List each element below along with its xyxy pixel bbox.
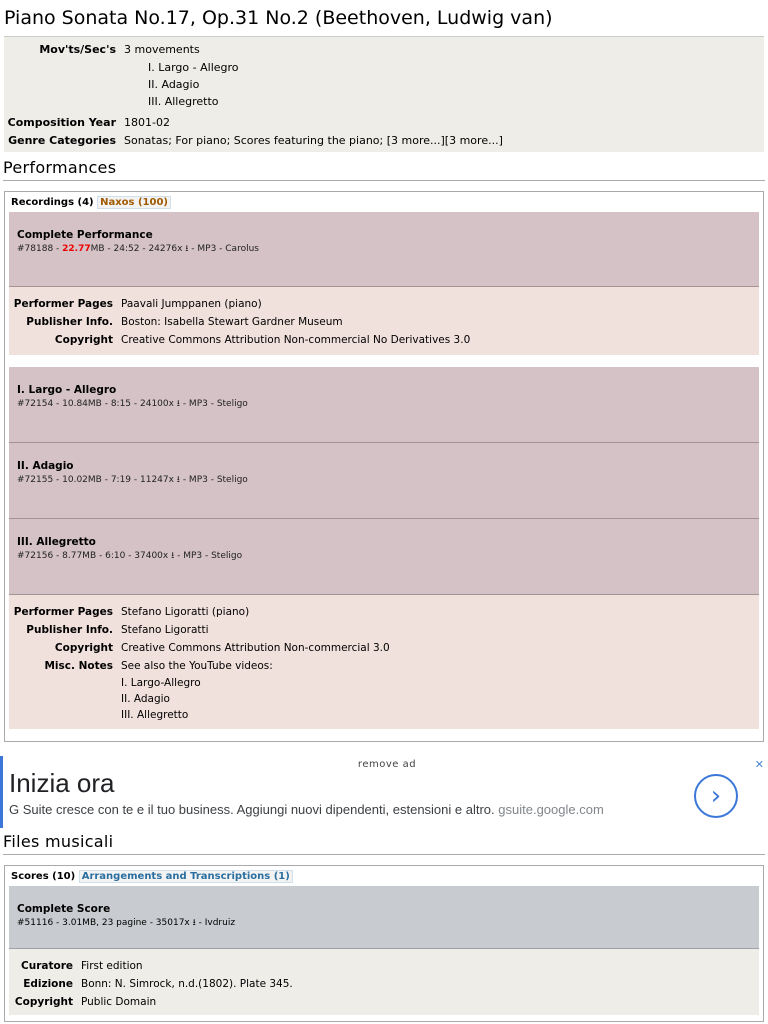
recording-allegretto[interactable]: III. Allegretto #72156 - 8.77MB - 6:10 -… [9, 519, 759, 595]
notes-link[interactable]: I. Largo-Allegro [121, 675, 759, 691]
curator-value: First edition [81, 960, 143, 972]
publisher-label: Publisher Info. [26, 316, 113, 328]
page-title: Piano Sonata No.17, Op.31 No.2 (Beethove… [4, 7, 553, 29]
ad-url[interactable]: gsuite.google.com [498, 802, 604, 817]
remove-ad-link[interactable]: remove ad [3, 759, 768, 770]
curator-label: Curatore [21, 960, 73, 972]
recording-id[interactable]: #78188 [17, 244, 53, 254]
recording-title[interactable]: II. Adagio [17, 459, 751, 473]
ad-arrow-icon[interactable]: › [694, 774, 738, 818]
edition-label: Edizione [23, 978, 73, 990]
copyright-label: Copyright [14, 996, 73, 1008]
recording-largo-allegro[interactable]: I. Largo - Allegro #72154 - 10.84MB - 8:… [9, 367, 759, 443]
score-details: Curatore First edition Edizione Bonn: N. S… [9, 949, 759, 1015]
movements-label: Mov'ts/Sec's [39, 43, 116, 56]
genre-value[interactable]: Sonatas; For piano; Scores featuring the… [124, 132, 764, 150]
ad-headline[interactable]: Inizia ora [9, 768, 115, 799]
copyright-value[interactable]: Creative Commons Attribution Non-commerc… [121, 331, 759, 349]
tab-arrangements[interactable]: Arrangements and Transcriptions (1) [78, 870, 293, 883]
recording-meta-rest: MB - 24:52 - 24276x ⭳ - MP3 - Carolus [90, 244, 259, 254]
movement-item: II. Adagio [148, 78, 200, 91]
movements-value: 3 movements [124, 43, 200, 56]
publisher-value: Stefano Ligoratti [121, 624, 209, 636]
recording-details: Performer Pages Stefano Ligoratti (piano)… [9, 595, 759, 729]
score-meta: #51116 - 3.01MB, 23 pagine - 35017x ⭳ - … [17, 918, 236, 928]
publisher-label: Publisher Info. [26, 624, 113, 636]
recording-adagio[interactable]: II. Adagio #72155 - 10.02MB - 7:19 - 112… [9, 443, 759, 519]
composition-year-label: Composition Year [7, 116, 116, 129]
ad-banner[interactable]: remove ad ✕ Inizia ora G Suite cresce co… [0, 756, 768, 828]
notes-link[interactable]: II. Adagio [121, 691, 759, 707]
recording-size: 22.77 [62, 244, 91, 254]
genre-label: Genre Categories [8, 134, 116, 147]
movement-item: III. Allegretto [148, 95, 219, 108]
ad-text: G Suite cresce con te e il tuo business.… [9, 802, 604, 817]
recording-details: Performer Pages Paavali Jumppanen (piano)… [9, 287, 759, 355]
notes-value: See also the YouTube videos: [121, 660, 273, 672]
score-title[interactable]: Complete Score [17, 902, 751, 916]
copyright-value[interactable]: Public Domain [81, 993, 156, 1011]
performer-value[interactable]: Paavali Jumppanen (piano) [121, 295, 759, 313]
performer-label: Performer Pages [13, 298, 113, 310]
recording-title[interactable]: Complete Performance [17, 228, 751, 242]
recording-meta: #72156 - 8.77MB - 6:10 - 37400x ⭳ - MP3 … [17, 551, 243, 561]
work-info-box: Mov'ts/Sec's 3 movements I. Largo - Alle… [4, 36, 764, 152]
recording-meta: #72155 - 10.02MB - 7:19 - 11247x ⭳ - MP3… [17, 475, 248, 485]
performances-panel: Recordings (4) Naxos (100) Complete Perf… [4, 191, 764, 742]
tab-naxos[interactable]: Naxos (100) [97, 196, 171, 209]
recording-meta: #78188 - 22.77MB - 24:52 - 24276x ⭳ - MP… [17, 244, 259, 254]
ad-close-icon[interactable]: ✕ [755, 758, 764, 771]
files-heading: Files musicali [3, 832, 765, 855]
composition-year-value: 1801-02 [124, 116, 170, 129]
files-tabs: Scores (10) Arrangements and Transcripti… [7, 868, 761, 886]
copyright-label: Copyright [54, 642, 113, 654]
performances-tabs: Recordings (4) Naxos (100) [7, 194, 761, 212]
copyright-value[interactable]: Creative Commons Attribution Non-commerc… [121, 639, 759, 657]
publisher-value: Boston: Isabella Stewart Gardner Museum [121, 316, 343, 328]
notes-label: Misc. Notes [44, 660, 113, 672]
tab-recordings[interactable]: Recordings (4) [11, 197, 94, 208]
files-panel: Scores (10) Arrangements and Transcripti… [4, 865, 764, 1022]
edition-value: Bonn: N. Simrock, n.d.(1802). Plate 345. [81, 978, 293, 990]
tab-scores[interactable]: Scores (10) [11, 871, 75, 882]
copyright-label: Copyright [54, 334, 113, 346]
recording-meta: #72154 - 10.84MB - 8:15 - 24100x ⭳ - MP3… [17, 399, 248, 409]
recording-title[interactable]: III. Allegretto [17, 535, 751, 549]
recording-title[interactable]: I. Largo - Allegro [17, 383, 751, 397]
performer-value[interactable]: Stefano Ligoratti (piano) [121, 603, 759, 621]
performances-heading: Performances [3, 158, 765, 181]
notes-link[interactable]: III. Allegretto [121, 707, 759, 723]
score-complete[interactable]: Complete Score #51116 - 3.01MB, 23 pagin… [9, 886, 759, 949]
performer-label: Performer Pages [13, 606, 113, 618]
ad-text-body: G Suite cresce con te e il tuo business.… [9, 802, 495, 817]
recording-complete-performance[interactable]: Complete Performance #78188 - 22.77MB - … [9, 212, 759, 287]
movement-item: I. Largo - Allegro [148, 61, 239, 74]
